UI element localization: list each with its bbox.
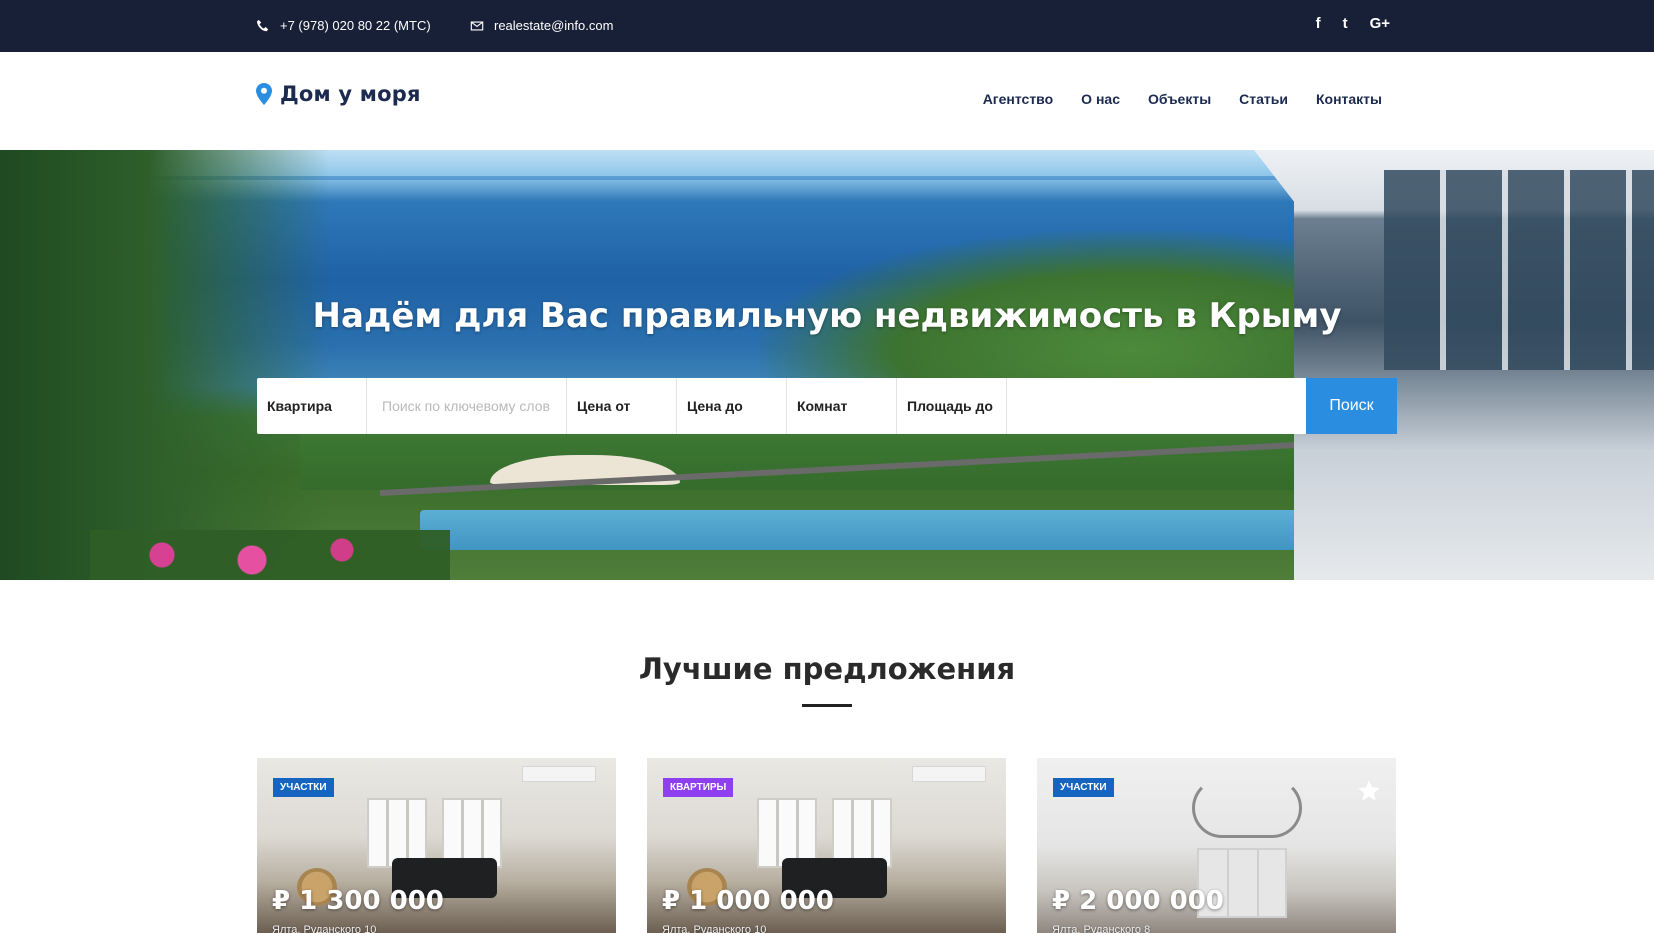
hero-banner: Надём для Вас правильную недвижимость в … xyxy=(0,150,1654,580)
social-links: f t G+ xyxy=(1316,15,1390,32)
property-address: Ялта, Руданского 8 xyxy=(1052,924,1151,933)
search-bar-spacer xyxy=(1007,378,1306,434)
nav-contacts[interactable]: Контакты xyxy=(1316,91,1382,107)
section-divider xyxy=(802,704,852,707)
keyword-field[interactable] xyxy=(367,378,567,434)
section-title: Лучшие предложения xyxy=(638,652,1016,686)
logo-text: Дом у моря xyxy=(280,82,421,106)
rooms-select[interactable]: Комнат xyxy=(787,378,897,434)
property-card[interactable]: УЧАСТКИ ₽ 2 000 000 Ялта, Руданского 8 xyxy=(1037,758,1396,933)
property-card[interactable]: УЧАСТКИ ₽ 1 300 000 Ялта, Руданского 10 xyxy=(257,758,616,933)
star-icon[interactable] xyxy=(1356,778,1382,804)
envelope-icon xyxy=(470,20,484,31)
price-from-select[interactable]: Цена от xyxy=(567,378,677,434)
nav-objects[interactable]: Объекты xyxy=(1148,91,1211,107)
facebook-icon[interactable]: f xyxy=(1316,15,1321,32)
google-plus-icon[interactable]: G+ xyxy=(1370,15,1390,32)
hero-flowers xyxy=(90,530,450,580)
search-bar: Квартира Цена от Цена до Комнат Площадь … xyxy=(257,378,1397,434)
category-badge[interactable]: УЧАСТКИ xyxy=(1053,778,1114,797)
photo-ac xyxy=(522,766,596,782)
property-price: ₽ 1 300 000 xyxy=(272,886,444,916)
email-contact[interactable]: realestate@info.com xyxy=(470,18,613,33)
email-address: realestate@info.com xyxy=(494,18,614,33)
hero-building-glass xyxy=(1384,170,1654,370)
property-price: ₽ 2 000 000 xyxy=(1052,886,1224,916)
photo-ac xyxy=(912,766,986,782)
nav-about[interactable]: О нас xyxy=(1081,91,1120,107)
property-address: Ялта, Руданского 10 xyxy=(662,924,767,933)
photo-bike xyxy=(1192,778,1302,838)
price-to-select[interactable]: Цена до xyxy=(677,378,787,434)
hero-trees xyxy=(0,150,330,580)
property-type-select[interactable]: Квартира xyxy=(257,378,367,434)
site-logo[interactable]: Дом у моря xyxy=(256,82,421,106)
site-header: Дом у моря Агентство О нас Объекты Стать… xyxy=(0,52,1654,150)
main-nav: Агентство О нас Объекты Статьи Контакты xyxy=(983,91,1382,107)
category-badge[interactable]: КВАРТИРЫ xyxy=(663,778,734,797)
twitter-icon[interactable]: t xyxy=(1343,15,1348,32)
area-to-select[interactable]: Площадь до xyxy=(897,378,1007,434)
property-card[interactable]: КВАРТИРЫ ₽ 1 000 000 Ялта, Руданского 10 xyxy=(647,758,1006,933)
hero-title: Надём для Вас правильную недвижимость в … xyxy=(312,296,1342,336)
property-price: ₽ 1 000 000 xyxy=(662,886,834,916)
top-bar: +7 (978) 020 80 22 (МТС) realestate@info… xyxy=(0,0,1654,52)
category-badge[interactable]: УЧАСТКИ xyxy=(273,778,334,797)
nav-articles[interactable]: Статьи xyxy=(1239,91,1288,107)
search-button[interactable]: Поиск xyxy=(1306,378,1397,434)
keyword-input[interactable] xyxy=(377,398,557,414)
map-pin-icon xyxy=(256,83,272,105)
phone-icon xyxy=(256,19,269,31)
phone-contact[interactable]: +7 (978) 020 80 22 (МТС) xyxy=(256,18,431,33)
hero-pool xyxy=(420,510,1320,550)
property-address: Ялта, Руданского 10 xyxy=(272,924,377,933)
phone-number: +7 (978) 020 80 22 (МТС) xyxy=(280,18,431,33)
nav-agency[interactable]: Агентство xyxy=(983,91,1053,107)
hero-building xyxy=(1254,150,1654,580)
